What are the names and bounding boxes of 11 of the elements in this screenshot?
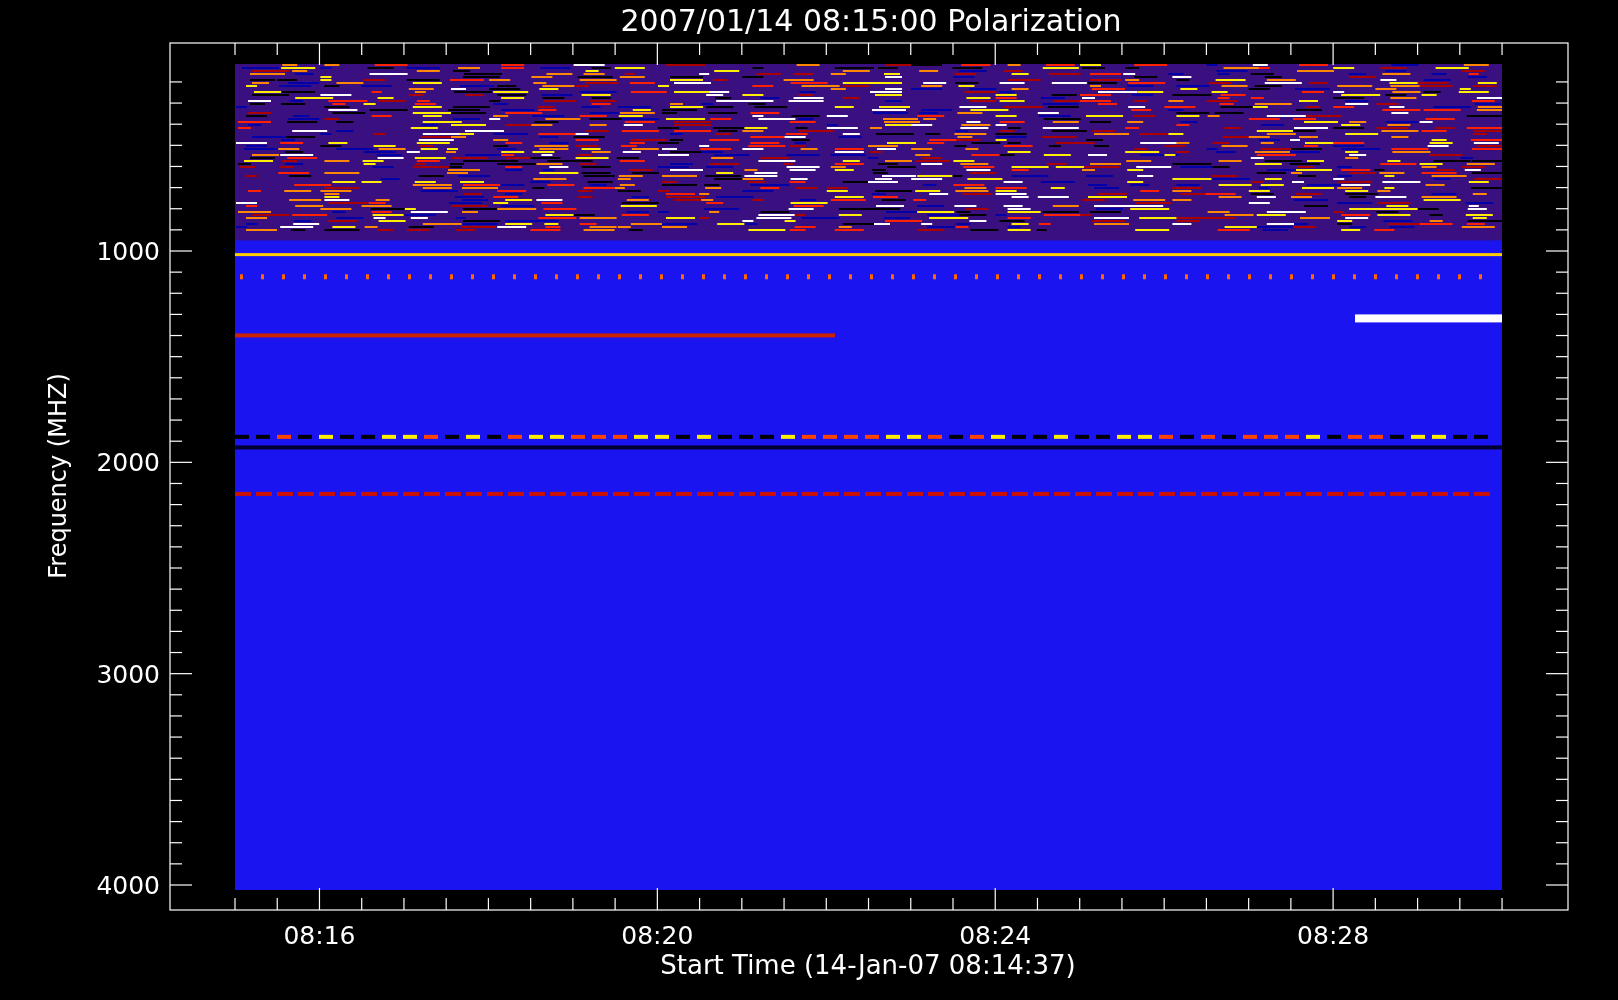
x-tick-label: 08:28 — [1297, 921, 1370, 950]
y-axis-label: Frequency (MHZ) — [44, 373, 72, 579]
x-tick-label: 08:24 — [959, 921, 1032, 950]
y-tick-label: 3000 — [96, 659, 160, 689]
y-tick-label: 4000 — [96, 871, 160, 900]
x-axis-label: Start Time (14-Jan-07 08:14:37) — [660, 950, 1076, 980]
x-tick-label: 08:16 — [283, 921, 356, 950]
y-tick-label: 2000 — [96, 448, 160, 478]
plot-title: 2007/01/14 08:15:00 Polarization — [620, 3, 1122, 38]
x-tick-label: 08:20 — [621, 921, 694, 950]
y-tick-label: 1000 — [96, 237, 160, 266]
